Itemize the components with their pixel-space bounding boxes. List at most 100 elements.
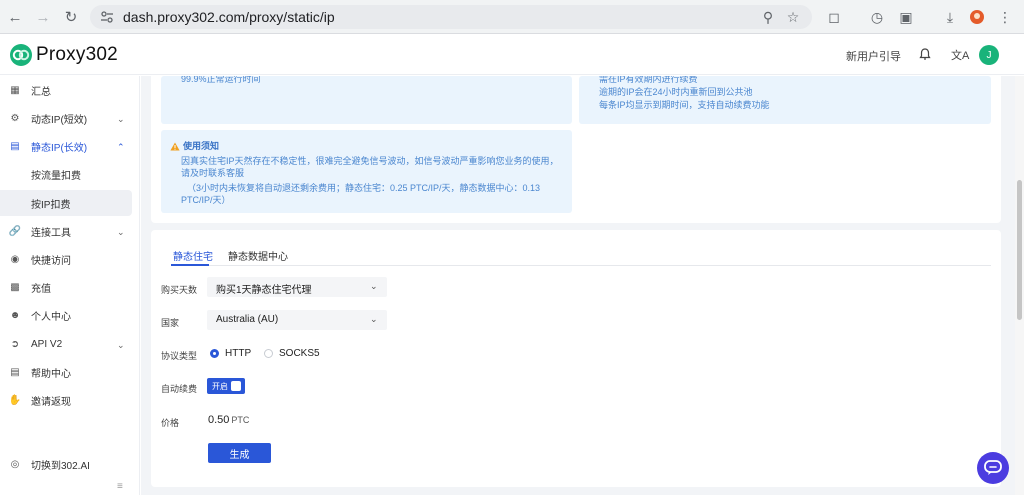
history-icon[interactable]: ◷ [867,7,887,27]
days-label: 购买天数 [161,285,198,295]
country-label: 国家 [161,318,180,328]
price-value: 0.50 PTC [208,414,249,426]
generate-button[interactable]: 生成 [208,443,271,463]
zoom-icon[interactable]: ⚲ [760,9,776,25]
chat-bubble-icon [984,460,1002,475]
bar-chart-icon: ▦ [10,84,20,96]
price-unit: PTC [231,415,250,425]
sidebar-item-recharge[interactable]: ▩ 充值 [0,274,140,300]
sidebar-subitem-ip-billing[interactable]: 按IP扣费 [0,190,132,216]
app-header: Proxy302 新用户引导 文A J [0,35,1024,75]
info-card: 99.9%正常运行时间 需在IP有效期内进行续费 逾期的IP会在24小时内重新回… [151,76,1001,223]
sidebar-item-label: 邀请返现 [31,396,71,408]
browser-toolbar: ← → ↻ dash.proxy302.com/proxy/static/ip … [0,0,1024,34]
language-switch-icon[interactable]: 文A [951,47,969,63]
notice-body: 因真实住宅IP天然存在不稳定性，很难完全避免信号波动，如信号波动严重影响您业务的… [181,155,566,206]
renewal-line: 需在IP有效期内进行续费 [599,76,698,84]
bell-icon[interactable] [918,47,932,61]
bookmark-star-icon[interactable]: ☆ [785,9,801,25]
plug-icon: ➲ [10,338,20,350]
menu-kebab-icon[interactable]: ⋮ [995,7,1015,27]
radio-socks5-label[interactable]: SOCKS5 [279,348,320,359]
translate-icon[interactable]: ▣ [896,7,916,27]
sidebar-item-api-v2[interactable]: ➲ API V2 ⌄ [0,331,140,357]
notice-line: PTC/IP/天） [181,195,231,205]
avatar-letter: J [986,49,992,61]
sidebar-item-label: 汇总 [31,86,51,98]
sidebar-item-help[interactable]: ▤ 帮助中心 [0,359,140,385]
page-scrollbar[interactable] [1015,76,1024,495]
sidebar-item-quick-access[interactable]: ◉ 快捷访问 [0,246,140,272]
tab-static-residential[interactable]: 静态住宅 [173,248,213,263]
user-avatar[interactable]: J [979,45,999,65]
country-select-value: Australia (AU) [216,314,279,325]
renewal-line: 逾期的IP会在24小时内重新回到公共池 [599,87,753,97]
protocol-label: 协议类型 [161,351,198,361]
sidebar-switch-302ai[interactable]: ◎ 切换到302.AI [0,451,140,477]
days-select[interactable]: 购买1天静态住宅代理 ⌄ [207,277,387,297]
chevron-down-icon: ⌄ [370,314,378,324]
purchase-form-card: 静态住宅 静态数据中心 购买天数 购买1天静态住宅代理 ⌄ 国家 Austral… [151,230,1001,487]
notice-line: 请及时联系客服 [181,168,245,178]
country-select[interactable]: Australia (AU) ⌄ [207,310,387,330]
sidebar-item-invite[interactable]: ✋ 邀请返现 [0,387,140,413]
chevron-down-icon: ⌄ [117,340,125,350]
auto-renew-label: 自动续费 [161,384,198,394]
user-icon: ☻ [9,309,21,321]
proxy302-logo-icon[interactable] [9,43,33,67]
sidebar-item-label: API V2 [31,338,63,350]
back-arrow-icon[interactable]: ← [5,7,25,27]
chevron-down-icon: ⌄ [117,114,125,124]
sidebar-item-connect-tools[interactable]: 🔗 连接工具 ⌄ [0,218,140,244]
radio-socks5[interactable] [264,349,273,358]
price-amount: 0.50 [208,414,230,426]
forward-arrow-icon[interactable]: → [33,7,53,27]
book-icon: ▤ [10,366,20,378]
tabs: 静态住宅 静态数据中心 [171,242,991,266]
hand-coin-icon: ✋ [8,394,22,406]
tab-static-datacenter[interactable]: 静态数据中心 [228,248,288,263]
collapse-sidebar-icon[interactable]: ≡ [117,481,123,492]
extensions-icon[interactable]: ◻ [824,7,844,27]
sidebar: ▦ 汇总 ⚙ 动态IP(短效) ⌄ ▤ 静态IP(长效) ⌃ 按流量扣费 按IP… [0,76,140,495]
info-box-uptime: 99.9%正常运行时间 [161,76,572,124]
notice-title: 使用须知 [170,140,219,152]
renewal-line: 每条IP均显示到期时间，支持自动续费功能 [599,100,770,110]
link-icon: 🔗 [8,225,22,237]
reload-icon[interactable]: ↻ [61,7,81,27]
sidebar-item-label: 连接工具 [31,227,71,239]
scrollbar-thumb[interactable] [1017,180,1022,320]
chat-support-button[interactable] [977,452,1009,484]
toggle-state-text: 开启 [212,382,228,391]
download-icon[interactable]: ⤓ [940,7,960,27]
sidebar-item-label: 个人中心 [31,311,71,323]
radio-http-label[interactable]: HTTP [225,348,251,359]
site-info-icon[interactable] [100,10,114,24]
sidebar-item-profile[interactable]: ☻ 个人中心 [0,302,140,328]
sidebar-item-static-ip[interactable]: ▤ 静态IP(长效) ⌃ [0,133,140,159]
notice-box: 使用须知 因真实住宅IP天然存在不稳定性，很难完全避免信号波动，如信号波动严重影… [161,130,572,213]
radio-http[interactable] [210,349,219,358]
active-tab-indicator [171,264,209,266]
uptime-text: 99.9%正常运行时间 [181,76,261,84]
auto-renew-toggle[interactable]: 开启 [207,378,245,394]
sidebar-item-label: 静态IP(长效) [31,142,88,154]
sidebar-subitem-label: 按IP扣费 [31,199,71,211]
new-user-guide-link[interactable]: 新用户引导 [846,48,901,64]
url-text[interactable]: dash.proxy302.com/proxy/static/ip [123,9,335,25]
notice-line: 因真实住宅IP天然存在不稳定性，很难完全避免信号波动，如信号波动严重影响您业务的… [181,156,559,166]
extension-avatar-icon[interactable] [967,7,987,27]
sidebar-item-dynamic-ip[interactable]: ⚙ 动态IP(短效) ⌄ [0,105,140,131]
sidebar-item-summary[interactable]: ▦ 汇总 [0,77,140,103]
sidebar-item-label: 帮助中心 [31,368,71,380]
address-bar[interactable]: dash.proxy302.com/proxy/static/ip ⚲ ☆ [90,5,812,29]
switch-icon: ◎ [10,458,20,470]
chevron-down-icon: ⌄ [117,227,125,237]
notice-title-text: 使用须知 [183,141,220,151]
sidebar-item-label: 充值 [31,283,51,295]
sidebar-item-label: 快捷访问 [31,255,71,267]
sidebar-subitem-label: 按流量扣费 [31,170,81,182]
sidebar-subitem-traffic-billing[interactable]: 按流量扣费 [0,161,132,187]
sidebar-item-label: 动态IP(短效) [31,114,88,126]
logo-text[interactable]: Proxy302 [36,44,118,66]
